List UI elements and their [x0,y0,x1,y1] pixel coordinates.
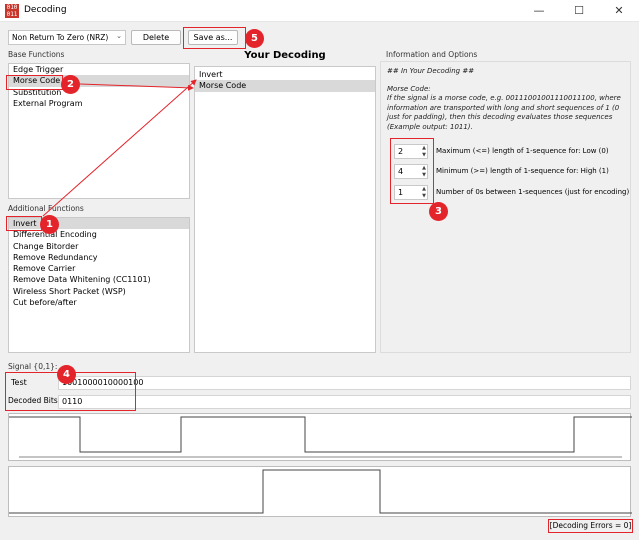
your-decoding-list[interactable]: Invert Morse Code [194,66,376,353]
annotation-badge-2: 2 [61,75,80,94]
list-item[interactable]: Remove Redundancy [9,252,189,263]
list-item[interactable]: Edge Trigger [9,64,189,75]
info-description: If the signal is a morse code, e.g. 0011… [387,94,621,131]
signal-label: Signal {0,1}: [8,362,58,371]
decoded-waveform [9,469,632,514]
max-low-length-label: Maximum (<=) length of 1-sequence for: L… [436,147,609,155]
list-item[interactable]: External Program [9,98,189,109]
decoding-select[interactable]: Non Return To Zero (NRZ) ⌄ [8,30,126,45]
base-functions-label: Base Functions [8,50,65,59]
info-heading: ## In Your Decoding ## [387,67,475,75]
chevron-down-icon: ⌄ [116,32,122,40]
decoding-errors-status: [Decoding Errors = 0] [548,519,633,533]
decoded-bits-field[interactable]: 0110 [58,395,631,409]
close-button[interactable]: ✕ [599,0,639,22]
additional-functions-label: Additional Functions [8,204,84,213]
annotation-box-invert [6,216,42,231]
annotation-badge-3: 3 [429,202,448,221]
list-item[interactable]: Wireless Short Packet (WSP) [9,286,189,297]
additional-functions-list[interactable]: Invert Differential Encoding Change Bito… [8,217,190,353]
min-high-length-label: Minimum (>=) length of 1-sequence for: H… [436,167,609,175]
zeros-between-label: Number of 0s between 1-sequences (just f… [436,188,630,196]
list-item[interactable]: Cut before/after [9,297,189,308]
annotation-box-morse [6,75,63,90]
annotation-box-options [390,138,434,204]
signal-waveform [9,416,632,458]
delete-button[interactable]: Delete [131,30,181,45]
maximize-button[interactable]: ☐ [559,0,599,22]
app-icon: 010 011 [5,4,19,18]
signal-bits-field[interactable]: 1001000010000100 [58,376,631,390]
annotation-badge-4: 4 [57,365,76,384]
list-item[interactable]: Remove Data Whitening (CC1101) [9,274,189,285]
info-options-label: Information and Options [386,50,478,59]
list-item[interactable]: Morse Code [195,80,375,92]
list-item[interactable]: Remove Carrier [9,263,189,274]
signal-plot [8,413,632,461]
annotation-box-save [183,27,246,49]
annotation-badge-5: 5 [245,29,264,48]
minimize-button[interactable]: — [519,0,559,22]
your-decoding-title: Your Decoding [244,50,326,61]
decoded-plot [8,466,632,517]
annotation-badge-1: 1 [40,215,59,234]
window-title: Decoding [24,5,67,15]
list-item[interactable]: Invert [195,69,375,80]
decoding-select-value: Non Return To Zero (NRZ) [12,33,109,42]
list-item[interactable]: Change Bitorder [9,241,189,252]
